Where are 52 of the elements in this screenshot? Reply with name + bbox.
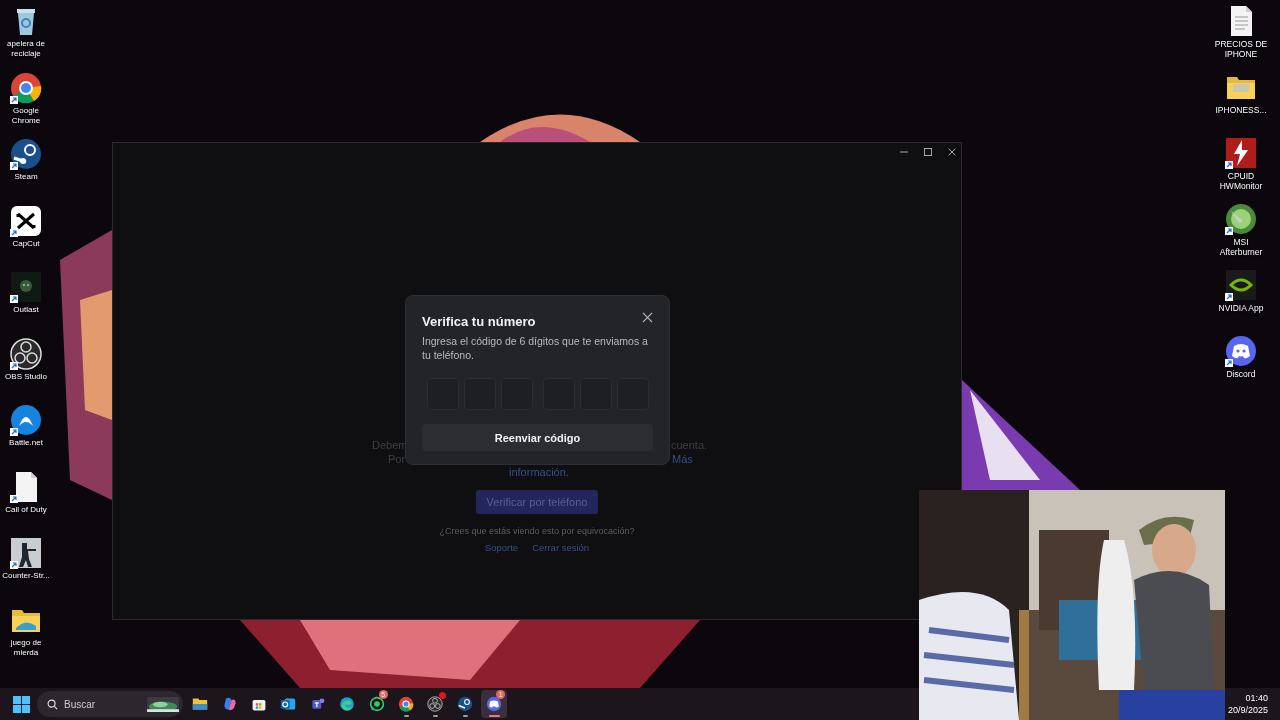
- clock-time: 01:40: [1245, 692, 1268, 704]
- steam-icon[interactable]: [10, 138, 42, 170]
- dialog-description: Ingresa el código de 6 dígitos que te enviamos a tu teléfono.: [422, 334, 649, 362]
- soldier-icon[interactable]: [10, 537, 42, 569]
- clock-date: 20/9/2025: [1227, 704, 1268, 716]
- battlenet-icon[interactable]: [10, 404, 42, 436]
- outlook-icon: [280, 696, 297, 712]
- discord-icon: [486, 696, 503, 712]
- icon-label: OBS Studio: [4, 371, 48, 382]
- dialog-title: Verifica tu número: [422, 314, 536, 329]
- windows-start-icon[interactable]: [13, 695, 30, 713]
- folder-icon: [192, 696, 209, 712]
- logout-link[interactable]: Cerrar sesión: [532, 542, 590, 553]
- mistake-prompt: ¿Crees que estás viendo esto por equivocación?: [439, 526, 635, 536]
- support-link[interactable]: Soporte: [484, 542, 519, 553]
- icon-label: Discord: [1225, 369, 1257, 379]
- icon-label: apelera de reciclaje: [6, 39, 46, 59]
- close-icon[interactable]: [642, 312, 653, 323]
- obs-icon: [427, 696, 444, 712]
- info-link[interactable]: información.: [509, 466, 569, 478]
- capcut-icon[interactable]: [10, 204, 42, 237]
- whatsapp-icon: [368, 696, 385, 712]
- edge-icon: [339, 696, 356, 712]
- copilot-icon: [221, 696, 238, 712]
- icon-label: Google Chrome: [10, 105, 42, 126]
- game-icon[interactable]: [10, 271, 42, 303]
- resend-code-button[interactable]: Reenviar código: [422, 424, 653, 451]
- icon-label: Steam: [13, 172, 39, 182]
- icon-label: juego de mierda: [9, 637, 43, 658]
- icon-label: IPHONESS...: [1214, 105, 1268, 115]
- icon-label: Counter-Str...: [2, 571, 50, 581]
- chrome-icon: [397, 696, 414, 712]
- search-icon: [47, 698, 58, 710]
- icon-label: CPUID HWMonitor: [1218, 171, 1264, 191]
- afterburner-icon[interactable]: [1225, 203, 1257, 235]
- icon-label: PRECIOS DE IPHONE: [1213, 39, 1269, 59]
- icon-label: CapCut: [11, 238, 41, 249]
- lightning-icon[interactable]: [1225, 137, 1257, 169]
- teams-icon: [309, 696, 326, 712]
- close-icon[interactable]: [947, 147, 957, 157]
- icon-label: Outlast: [12, 305, 40, 315]
- chrome-icon[interactable]: [10, 71, 42, 104]
- icon-label: Battle.net: [8, 438, 44, 448]
- more-link[interactable]: Más: [672, 453, 693, 465]
- discord-icon[interactable]: [1225, 335, 1257, 367]
- steam-icon: [456, 696, 473, 712]
- icon-label: MSI Afterburner: [1218, 237, 1264, 257]
- icon-label: NVIDIA App: [1217, 303, 1265, 313]
- nvidia-icon[interactable]: [1225, 269, 1257, 301]
- icon-label: Call of Duty: [4, 504, 48, 515]
- maximize-icon[interactable]: [923, 147, 933, 157]
- obs-icon[interactable]: [10, 337, 42, 370]
